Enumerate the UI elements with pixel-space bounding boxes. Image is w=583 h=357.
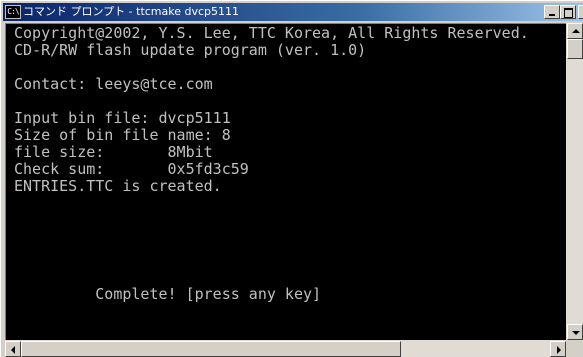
console-line: Contact: leeys@tce.com — [14, 75, 213, 93]
maximize-icon — [564, 8, 573, 18]
minimize-icon — [549, 14, 555, 16]
window-title: コマンド プロンプト - ttcmake dvcp5111 — [23, 5, 240, 18]
console-line: ENTRIES.TTC is created. — [14, 177, 222, 195]
console-line: Complete! [press any key] — [14, 285, 322, 303]
minimize-button[interactable] — [544, 5, 560, 19]
console-line: CD-R/RW flash update program (ver. 1.0) — [14, 41, 367, 59]
command-prompt-icon[interactable]: C:\ — [5, 5, 21, 19]
console-line: Copyright@2002, Y.S. Lee, TTC Korea, All… — [14, 24, 529, 42]
scrollbar-corner — [566, 340, 583, 357]
scroll-right-button[interactable] — [550, 341, 566, 357]
console-line: file size: 8Mbit — [14, 143, 213, 161]
horizontal-scrollbar[interactable] — [5, 340, 566, 357]
console-line: Check sum: 0x5fd3c59 — [14, 160, 249, 178]
left-arrow-icon — [11, 346, 15, 354]
console-output[interactable]: Copyright@2002, Y.S. Lee, TTC Korea, All… — [5, 23, 567, 341]
title-bar[interactable]: C:\ コマンド プロンプト - ttcmake dvcp5111 × — [3, 3, 583, 21]
scroll-up-button[interactable] — [567, 23, 583, 39]
right-arrow-icon — [557, 346, 561, 354]
scroll-left-button[interactable] — [5, 341, 21, 357]
down-arrow-icon — [572, 331, 580, 335]
vertical-scroll-thumb[interactable] — [567, 39, 583, 59]
console-line: Input bin file: dvcp5111 — [14, 109, 231, 127]
console-line: Size of bin file name: 8 — [14, 126, 231, 144]
vertical-scrollbar[interactable] — [566, 23, 583, 340]
command-prompt-window: C:\ コマンド プロンプト - ttcmake dvcp5111 × Copy… — [0, 0, 583, 357]
scroll-down-button[interactable] — [567, 324, 583, 340]
close-button[interactable]: × — [578, 5, 583, 19]
up-arrow-icon — [572, 29, 580, 33]
maximize-button[interactable] — [560, 5, 576, 19]
horizontal-scroll-thumb[interactable] — [21, 341, 401, 357]
